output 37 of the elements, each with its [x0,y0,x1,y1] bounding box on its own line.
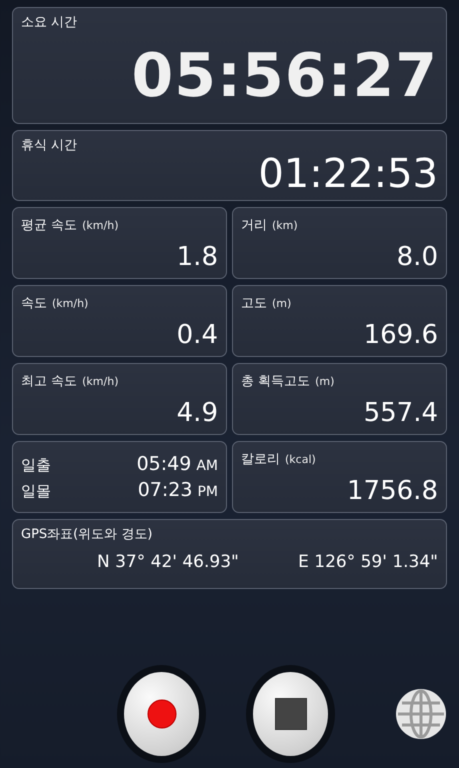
unit-label: (kcal) [285,453,316,466]
stat-value: 8.0 [396,242,438,272]
rest-time-value: 01:22:53 [258,153,438,195]
unit-label: (m) [315,375,334,388]
sun-time: 07:23 [138,479,192,501]
stat-value: 557.4 [364,398,438,428]
stat-label: 총 획득고도 [241,373,310,391]
gps-label: GPS좌표(위도와 경도) [21,526,154,544]
stat-value: 0.4 [176,320,218,350]
globe-icon[interactable] [395,688,447,740]
stat-label: 고도 [241,295,267,313]
unit-label: (km/h) [82,375,118,388]
stat-label: 평균 속도 [21,217,78,235]
stat-label: 최고 속도 [21,373,78,391]
elapsed-time-label: 소요 시간 [21,14,78,32]
unit-label: (km) [272,219,298,232]
sun-label: 일출 [21,456,52,474]
latitude-value: N 37° 42' 46.93" [97,552,239,572]
stat-value: 1.8 [176,242,218,272]
longitude-value: E 126° 59' 1.34" [298,552,438,572]
rest-time-label: 휴식 시간 [21,137,78,155]
time-period: PM [197,484,218,500]
time-period: AM [196,458,218,474]
stat-value: 169.6 [364,320,438,350]
stat-label: 칼로리 [241,451,280,469]
elapsed-time-value: 05:56:27 [132,46,438,106]
stat-label: 속도 [21,295,47,313]
sun-label: 일몰 [21,482,52,500]
unit-label: (km/h) [52,297,88,310]
stat-value: 4.9 [176,398,218,428]
stop-icon [274,698,306,730]
stat-value: 1756.8 [347,476,438,506]
unit-label: (m) [272,297,292,310]
record-icon [146,699,176,729]
stat-label: 거리 [241,217,267,235]
sun-time: 05:49 [136,453,192,475]
unit-label: (km/h) [82,219,118,232]
